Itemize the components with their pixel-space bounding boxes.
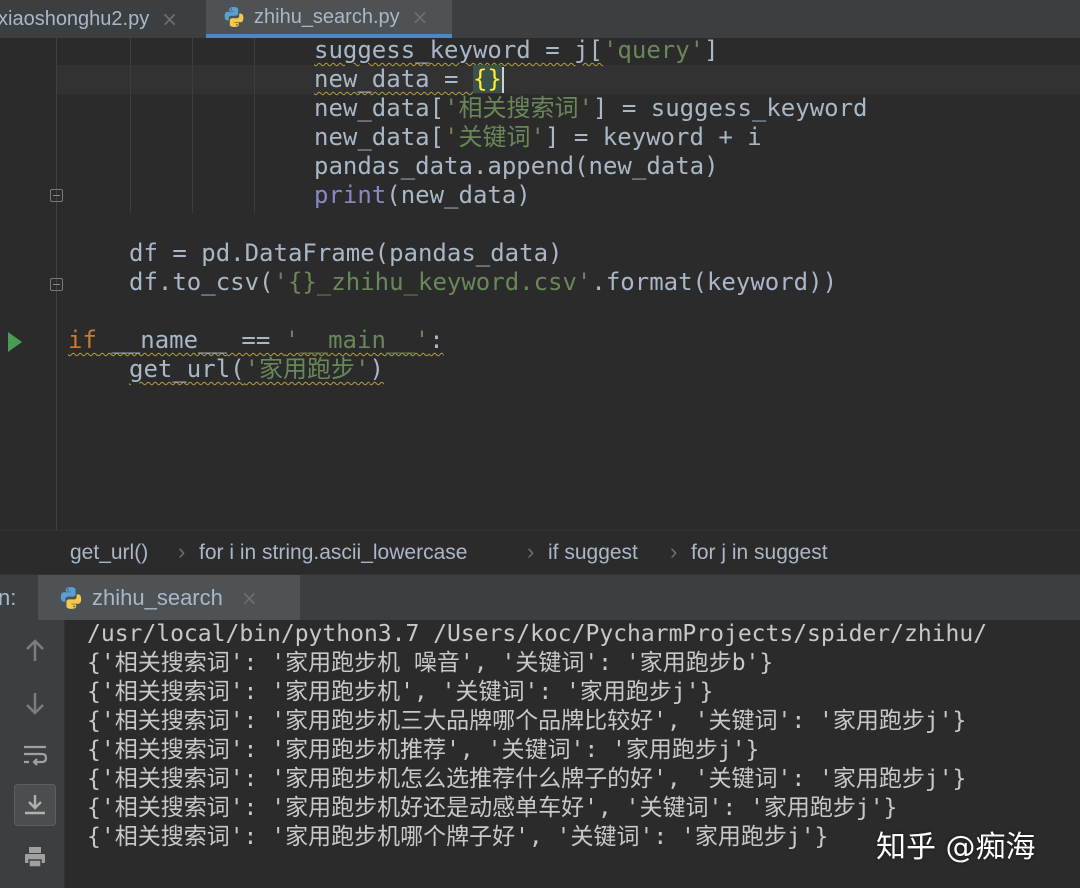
code-text: df = pd.DataFrame(pandas_data) [129, 239, 563, 267]
code-line: new_data['相关搜索词'] = suggess_keyword [314, 94, 868, 123]
breadcrumb-item[interactable]: get_url() [70, 541, 148, 565]
scroll-to-end-icon[interactable] [14, 784, 56, 826]
code-line: print(new_data) [314, 181, 531, 210]
code-line: new_data['关键词'] = keyword + i [314, 123, 762, 152]
indent-guide [130, 38, 131, 213]
tab-xiaoshonghu2[interactable]: xiaoshonghu2.py × [0, 0, 200, 38]
run-tab-label: zhihu_search [92, 585, 223, 610]
pycharm-window: xiaoshonghu2.py × zhihu_search.py × sugg… [0, 0, 1080, 888]
code-editor[interactable]: suggess_keyword = j['query'] new_data = … [0, 36, 1080, 530]
arrow-up-icon[interactable] [14, 630, 56, 672]
brace-match: {} [472, 65, 502, 93]
string-literal: '关键词' [444, 123, 545, 151]
run-toolwindow-header: n: zhihu_search × [0, 574, 1080, 622]
tab-run-zhihu-search[interactable]: zhihu_search × [38, 575, 300, 621]
current-line-highlight [57, 65, 1080, 94]
code-line: df.to_csv('{}_zhihu_keyword.csv'.format(… [129, 268, 837, 297]
python-file-icon [224, 7, 244, 27]
chevron-right-icon: › [178, 539, 186, 564]
keyword: if [68, 326, 97, 354]
console-toolbar [0, 620, 64, 888]
editor-tab-bar: xiaoshonghu2.py × zhihu_search.py × [0, 0, 1080, 39]
text-caret [501, 67, 504, 93]
indent-guide [254, 38, 255, 213]
code-text: new_data = [314, 65, 473, 93]
close-icon[interactable]: × [412, 5, 429, 29]
close-icon[interactable]: × [241, 586, 258, 610]
code-line: pandas_data.append(new_data) [314, 152, 719, 181]
console-line: {'相关搜索词': '家用跑步机好还是动感单车好', '关键词': '家用跑步j… [87, 795, 898, 821]
run-gutter-icon[interactable] [8, 332, 22, 352]
code-text: df.to_csv( [129, 268, 274, 296]
code-text: : [429, 326, 444, 354]
console-line: {'相关搜索词': '家用跑步机怎么选推荐什么牌子的好', '关键词': '家用… [87, 766, 967, 792]
string-literal: '__main__' [284, 326, 430, 354]
print-icon[interactable] [14, 836, 56, 878]
close-icon[interactable]: × [161, 7, 178, 31]
code-text: new_data[ [314, 94, 445, 122]
string-literal: '相关搜索词' [444, 94, 593, 122]
dunder-name: __name__ [111, 326, 227, 354]
tab-label: xiaoshonghu2.py [0, 7, 150, 30]
code-text: ] = suggess_keyword [592, 94, 868, 122]
run-label: n: [0, 585, 17, 610]
console-line: {'相关搜索词': '家用跑步机推荐', '关键词': '家用跑步j'} [87, 737, 760, 763]
breadcrumb-item[interactable]: for j in suggest [691, 541, 828, 565]
chevron-right-icon: › [527, 539, 535, 564]
code-text: ] [704, 36, 719, 64]
breadcrumb: get_url() › for i in string.ascii_lowerc… [0, 530, 1080, 575]
zhihu-watermark: 知乎 @痴海 [876, 830, 1036, 865]
code-line: df = pd.DataFrame(pandas_data) [129, 239, 562, 268]
string-literal: 'query' [602, 36, 705, 64]
arrow-down-icon[interactable] [14, 682, 56, 724]
code-line: get_url('家用跑步') [129, 355, 384, 384]
breadcrumb-item[interactable]: if suggest [548, 541, 638, 565]
breadcrumb-item[interactable]: for i in string.ascii_lowercase [199, 541, 467, 565]
string-literal: '{}_zhihu_keyword.csv' [273, 268, 592, 296]
code-text: pandas_data.append(new_data) [314, 152, 719, 180]
code-text: == [226, 326, 285, 354]
string-literal: '家用跑步' [244, 355, 370, 383]
builtin-function: print [314, 181, 387, 209]
python-icon [60, 587, 82, 609]
code-line: if __name__ == '__main__': [68, 326, 444, 355]
chevron-right-icon: › [670, 539, 678, 564]
code-text: ) [369, 355, 384, 383]
code-text: ] = keyword + i [544, 123, 762, 151]
code-text: get_url( [129, 355, 245, 383]
console-line: {'相关搜索词': '家用跑步机 噪音', '关键词': '家用跑步b'} [87, 650, 774, 676]
fold-marker-icon[interactable] [50, 189, 63, 202]
indent-guide [192, 38, 193, 213]
tab-zhihu-search[interactable]: zhihu_search.py × [206, 0, 452, 38]
code-text: .format(keyword)) [591, 268, 838, 296]
code-line: new_data = {} [314, 65, 504, 94]
tab-label: zhihu_search.py [254, 5, 400, 28]
code-line: suggess_keyword = j['query'] [314, 36, 719, 65]
code-text: new_data[ [314, 123, 445, 151]
soft-wrap-icon[interactable] [14, 734, 56, 776]
fold-marker-icon[interactable] [50, 278, 63, 291]
console-line: {'相关搜索词': '家用跑步机哪个牌子好', '关键词': '家用跑步j'} [87, 824, 829, 850]
console-line: {'相关搜索词': '家用跑步机', '关键词': '家用跑步j'} [87, 679, 714, 705]
code-text: suggess_keyword = j[ [314, 36, 603, 64]
code-text: (new_data) [386, 181, 531, 209]
console-line: /usr/local/bin/python3.7 /Users/koc/Pych… [87, 621, 988, 647]
console-line: {'相关搜索词': '家用跑步机三大品牌哪个品牌比较好', '关键词': '家用… [87, 708, 967, 734]
